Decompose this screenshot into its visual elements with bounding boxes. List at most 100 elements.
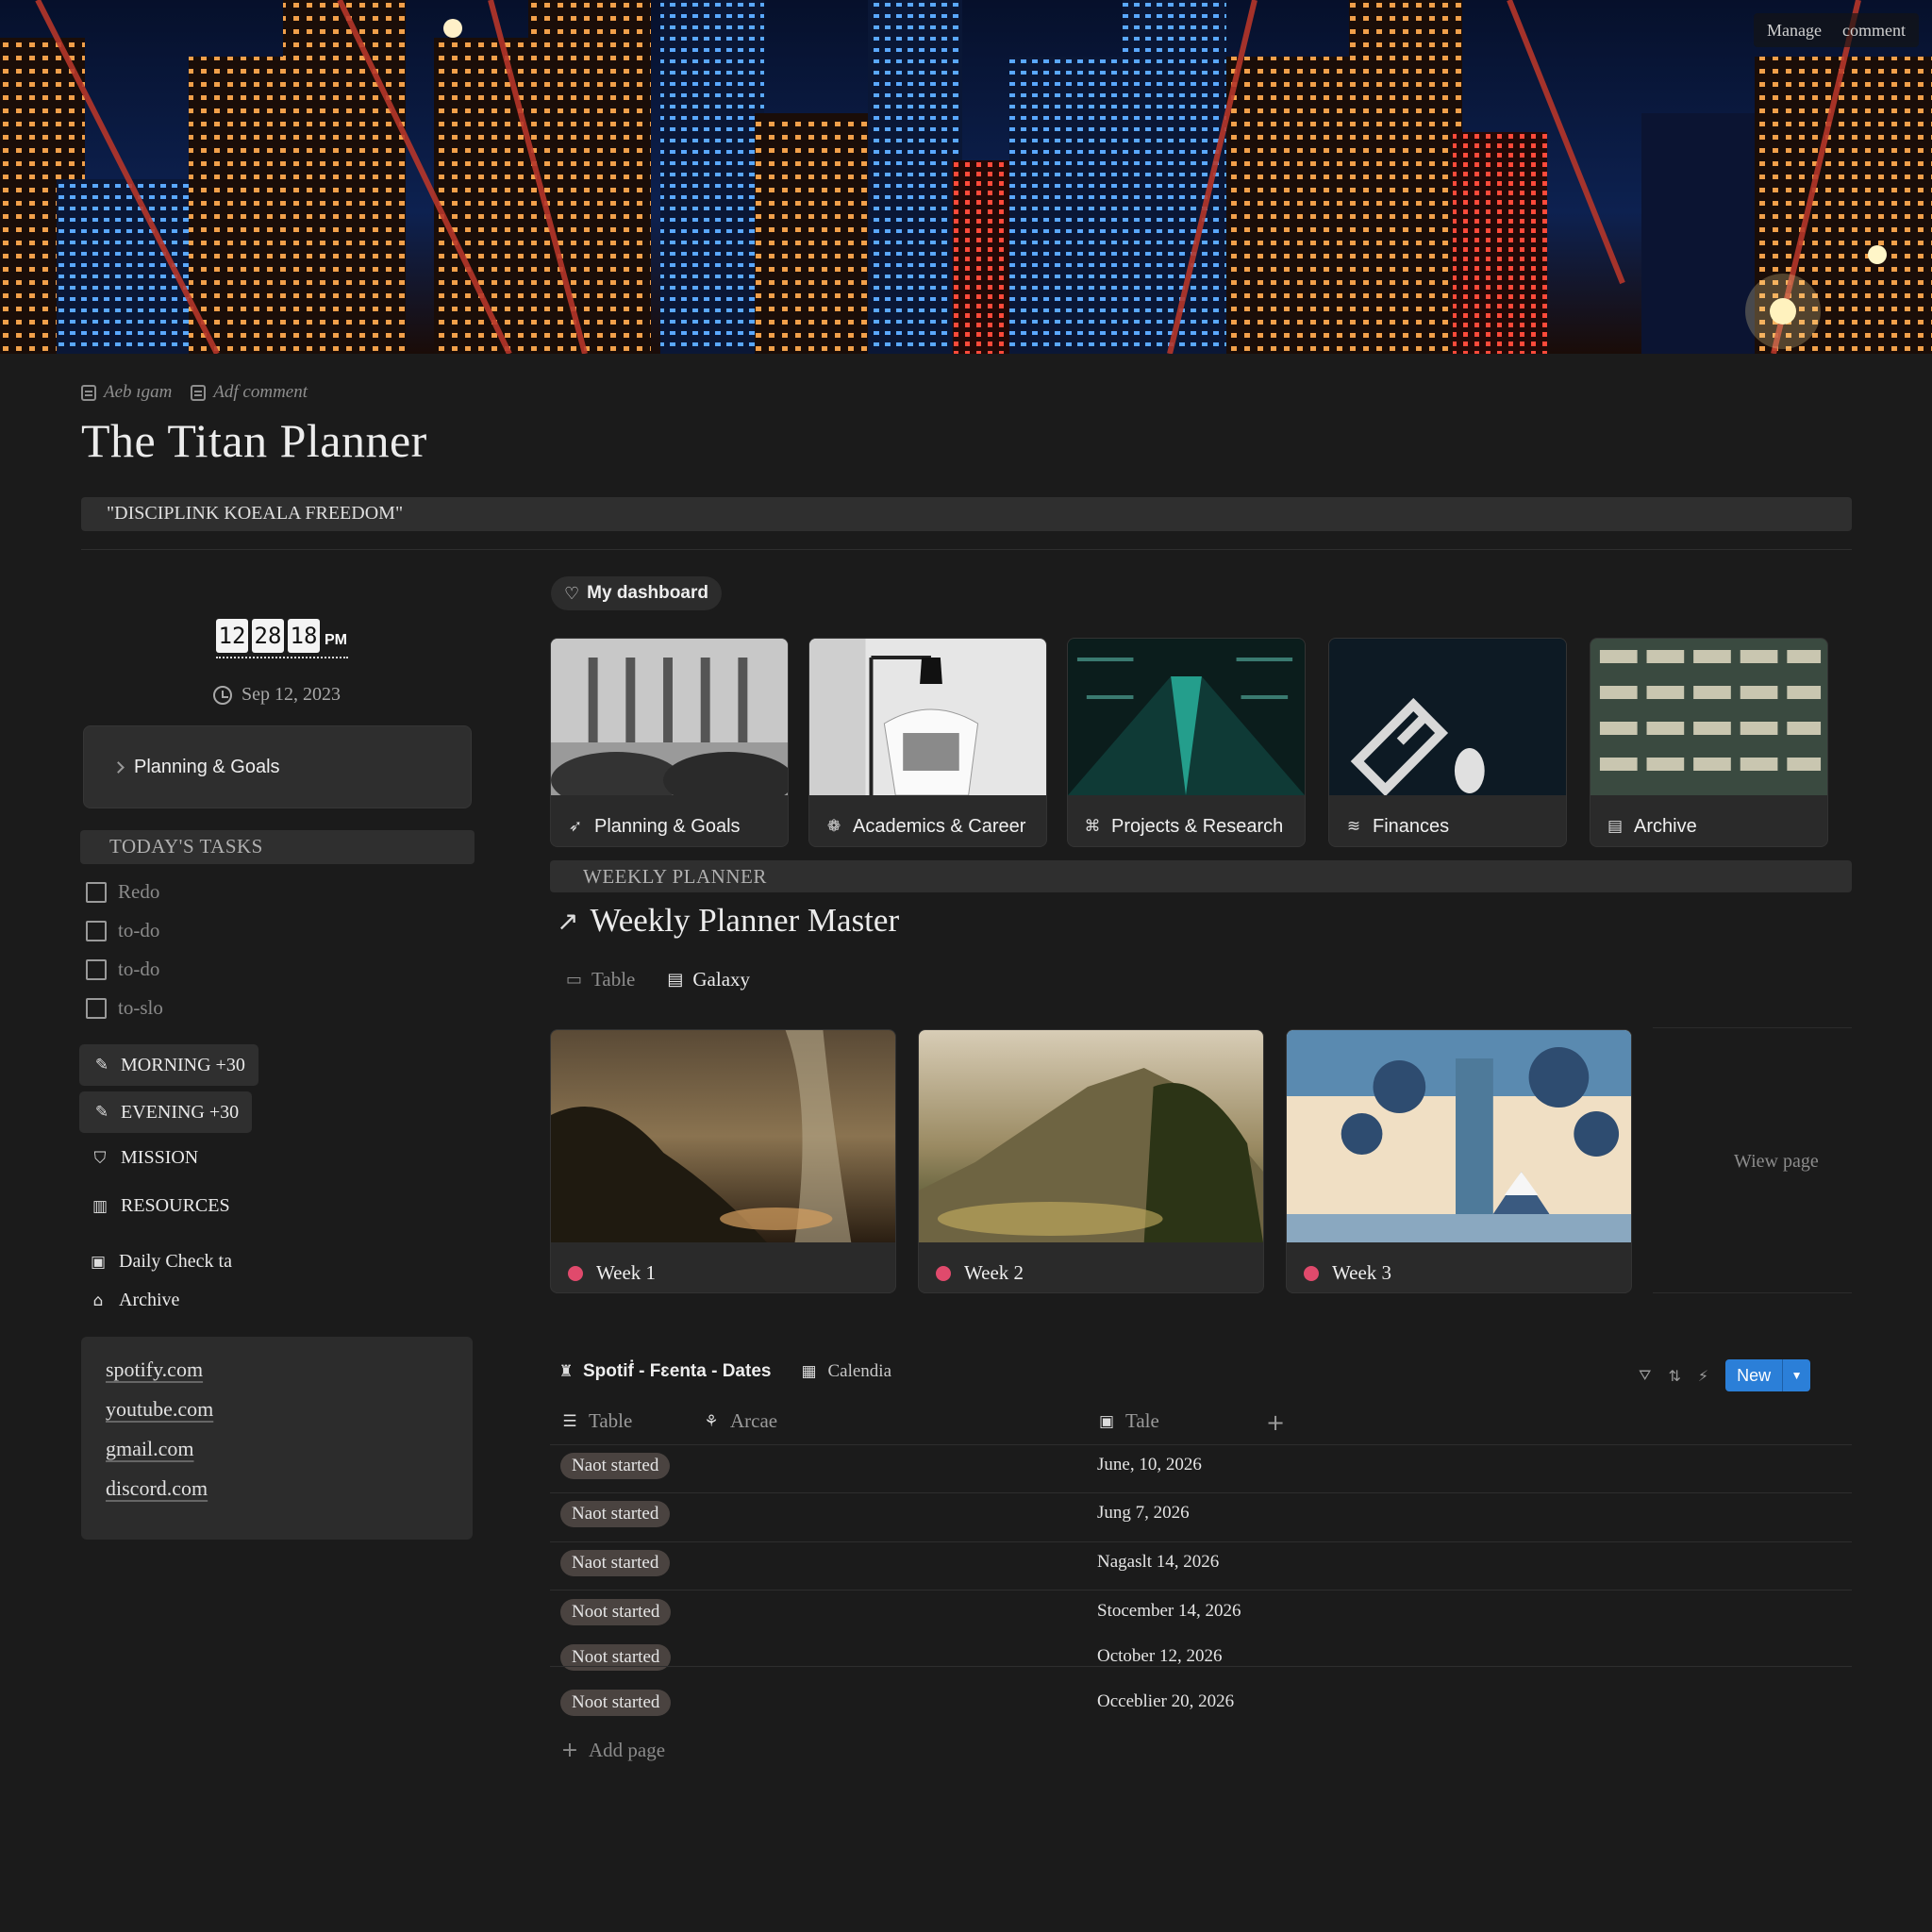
card-label: Planning & Goals — [594, 815, 741, 837]
task-label[interactable]: to-slo — [118, 996, 163, 1020]
task-checkbox[interactable] — [86, 881, 107, 903]
column-label: Table — [589, 1409, 633, 1432]
document-icon: ▤ — [1607, 817, 1624, 836]
status-badge[interactable]: Noot started — [560, 1690, 672, 1716]
dashboard-card-planning[interactable]: ➶ Planning & Goals — [550, 638, 789, 847]
card-label-row: ▤ Archive — [1591, 800, 1827, 846]
spotify-link[interactable]: spotify.com — [106, 1350, 448, 1390]
add-column-icon[interactable]: + — [1266, 1409, 1285, 1436]
week-cover-image — [551, 1030, 895, 1242]
new-button-label: New — [1737, 1366, 1772, 1385]
tab-calendar[interactable]: ▦ Calendia — [799, 1361, 891, 1382]
evening-button[interactable]: ✎ EVENING +30 — [79, 1091, 253, 1133]
weekly-planner-title[interactable]: ↗ Weekly Planner Master — [557, 902, 899, 940]
new-button[interactable]: New ▼ — [1725, 1359, 1811, 1391]
status-badge[interactable]: Naot started — [560, 1453, 671, 1479]
mission-label: MISSION — [121, 1147, 199, 1168]
date-display: Sep 12, 2023 — [213, 684, 341, 706]
resources-link[interactable]: ▥ RESOURCES — [91, 1195, 230, 1217]
manage-cover-button[interactable]: Manage — [1767, 21, 1822, 41]
filter-icon[interactable]: ⛛ — [1639, 1366, 1651, 1385]
row-divider — [550, 1666, 1852, 1667]
comment-button[interactable]: comment — [1842, 21, 1906, 41]
tab-label: Table — [591, 968, 636, 991]
chevron-down-icon[interactable]: ▼ — [1782, 1359, 1810, 1391]
week-cover-image — [919, 1030, 1263, 1242]
column-header-table[interactable]: ☰ Table — [560, 1409, 632, 1433]
sort-icon[interactable]: ⇅ — [1668, 1367, 1680, 1385]
database-title-text: Spotiḟ - Fɛenta - Dates — [583, 1361, 772, 1381]
youtube-link[interactable]: youtube.com — [106, 1390, 448, 1429]
add-comment-button[interactable]: Adf comment — [191, 382, 308, 403]
card-label-row: ⌘ Projects & Research — [1068, 800, 1305, 846]
task-label[interactable]: Redo — [118, 880, 159, 904]
card-label: Academics & Career — [853, 815, 1026, 837]
row-date[interactable]: Occeblier 20, 2026 — [1097, 1691, 1234, 1712]
task-checkbox[interactable] — [86, 958, 107, 980]
page-icon — [81, 384, 96, 401]
task-item: to-slo — [86, 996, 163, 1020]
week-card-2[interactable]: Week 2 — [918, 1029, 1264, 1293]
archive-label: Archive — [119, 1290, 180, 1310]
column-header-arcae[interactable]: ⚘ Arcae — [702, 1409, 777, 1433]
card-label-row: ≋ Finances — [1329, 800, 1566, 846]
my-dashboard-pill[interactable]: ♡ My dashboard — [551, 576, 722, 610]
evening-label: EVENING +30 — [121, 1101, 240, 1123]
task-checkbox[interactable] — [86, 997, 107, 1019]
date-text: Sep 12, 2023 — [242, 684, 341, 705]
card-cover-image — [1068, 639, 1305, 795]
brush-icon: ✎ — [94, 1056, 109, 1074]
week-card-3[interactable]: Week 3 — [1286, 1029, 1632, 1293]
dashboard-card-archive[interactable]: ▤ Archive — [1590, 638, 1828, 847]
mission-link[interactable]: ⛉ MISSION — [91, 1147, 199, 1169]
row-date[interactable]: October 12, 2026 — [1097, 1646, 1222, 1667]
task-item: Redo — [86, 880, 159, 904]
weekly-title-text: Weekly Planner Master — [590, 902, 900, 939]
chevron-right-icon[interactable] — [112, 760, 125, 774]
week-label-row: Week 1 — [551, 1247, 895, 1292]
status-badge[interactable]: Naot started — [560, 1550, 671, 1576]
card-label: Projects & Research — [1111, 815, 1284, 837]
database-title[interactable]: ♜ Spotiḟ - Fɛenta - Dates — [557, 1361, 771, 1382]
row-date[interactable]: Jung 7, 2026 — [1097, 1503, 1190, 1524]
comment-icon — [191, 384, 207, 401]
gmail-link[interactable]: gmail.com — [106, 1429, 448, 1469]
week-card-1[interactable]: Week 1 — [550, 1029, 896, 1293]
card-label: Finances — [1373, 815, 1450, 837]
status-badge[interactable]: Naot started — [560, 1501, 671, 1527]
add-page-label: Add page — [589, 1739, 666, 1761]
row-date[interactable]: Stocember 14, 2026 — [1097, 1601, 1241, 1622]
daily-check-link[interactable]: ▣ Daily Check ta — [89, 1251, 232, 1273]
network-icon: ⌘ — [1084, 817, 1101, 836]
automation-icon[interactable]: ⚡ — [1698, 1367, 1708, 1385]
dashboard-card-projects[interactable]: ⌘ Projects & Research — [1067, 638, 1306, 847]
tab-galaxy[interactable]: ▤ Galaxy — [667, 968, 750, 991]
page-title[interactable]: The Titan Planner — [81, 413, 427, 468]
row-date[interactable]: June, 10, 2026 — [1097, 1455, 1202, 1475]
task-label[interactable]: to-do — [118, 958, 159, 981]
column-header-tale[interactable]: ▣ Tale — [1097, 1409, 1159, 1433]
add-page-button[interactable]: + Add page — [560, 1739, 665, 1762]
add-icon-label: Aeb ıgam — [104, 382, 173, 402]
dashboard-label: My dashboard — [587, 583, 708, 603]
todays-tasks-header: TODAY'S TASKS — [80, 830, 475, 864]
morning-label: MORNING +30 — [121, 1054, 245, 1075]
view-page-card[interactable]: Wiew page — [1653, 1027, 1852, 1293]
clock-seconds: 18 — [288, 619, 320, 653]
tab-table[interactable]: ▭ Table — [566, 968, 635, 991]
status-badge[interactable]: Noot started — [560, 1599, 672, 1625]
task-label[interactable]: to-do — [118, 919, 159, 942]
row-date[interactable]: Nagaslt 14, 2026 — [1097, 1552, 1219, 1573]
dashboard-card-academics[interactable]: ❁ Academics & Career — [808, 638, 1047, 847]
arrow-up-right-icon: ↗ — [557, 905, 579, 937]
dashboard-card-finances[interactable]: ≋ Finances — [1328, 638, 1567, 847]
morning-button[interactable]: ✎ MORNING +30 — [79, 1044, 258, 1086]
task-checkbox[interactable] — [86, 920, 107, 941]
add-icon-button[interactable]: Aeb ıgam — [81, 382, 172, 403]
week-cover-image — [1287, 1030, 1631, 1242]
clock-minutes: 28 — [252, 619, 284, 653]
archive-link[interactable]: ⌂ Archive — [89, 1290, 180, 1311]
status-dot — [568, 1265, 583, 1281]
discord-link[interactable]: discord.com — [106, 1469, 448, 1508]
planning-goals-toggle[interactable]: Planning & Goals — [83, 725, 472, 808]
